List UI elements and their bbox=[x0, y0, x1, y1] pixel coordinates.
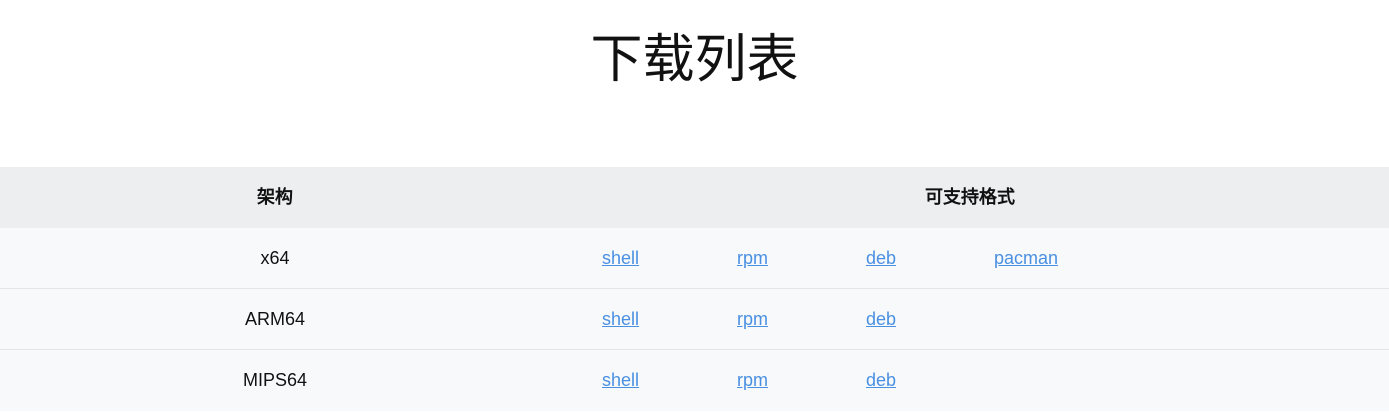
page-title: 下载列表 bbox=[590, 31, 799, 89]
arch-label: x64 bbox=[260, 248, 290, 268]
table-row-x64: x64 shell rpm deb pacman bbox=[0, 228, 1389, 289]
arm64-rpm-link[interactable]: rpm bbox=[737, 289, 768, 350]
arch-label: MIPS64 bbox=[242, 370, 308, 390]
arm64-shell-link[interactable]: shell bbox=[602, 289, 639, 350]
mips64-shell-link[interactable]: shell bbox=[602, 350, 639, 411]
x64-shell-link[interactable]: shell bbox=[602, 228, 639, 289]
x64-deb-link[interactable]: deb bbox=[866, 228, 896, 289]
mips64-rpm-link[interactable]: rpm bbox=[737, 350, 768, 411]
download-page: 下载列表 架构 可支持格式 x64 shell rpm deb pacman A… bbox=[0, 0, 1389, 413]
table-header: 架构 可支持格式 bbox=[0, 167, 1389, 228]
table-row-mips64: MIPS64 shell rpm deb bbox=[0, 350, 1389, 411]
x64-rpm-link[interactable]: rpm bbox=[737, 228, 768, 289]
header-formats: 可支持格式 bbox=[925, 187, 1015, 207]
x64-pacman-link[interactable]: pacman bbox=[994, 228, 1058, 289]
table-row-arm64: ARM64 shell rpm deb bbox=[0, 289, 1389, 350]
arch-label: ARM64 bbox=[244, 309, 306, 329]
mips64-deb-link[interactable]: deb bbox=[866, 350, 896, 411]
arm64-deb-link[interactable]: deb bbox=[866, 289, 896, 350]
download-table: 架构 可支持格式 x64 shell rpm deb pacman ARM64 … bbox=[0, 167, 1389, 411]
header-arch: 架构 bbox=[257, 187, 293, 207]
